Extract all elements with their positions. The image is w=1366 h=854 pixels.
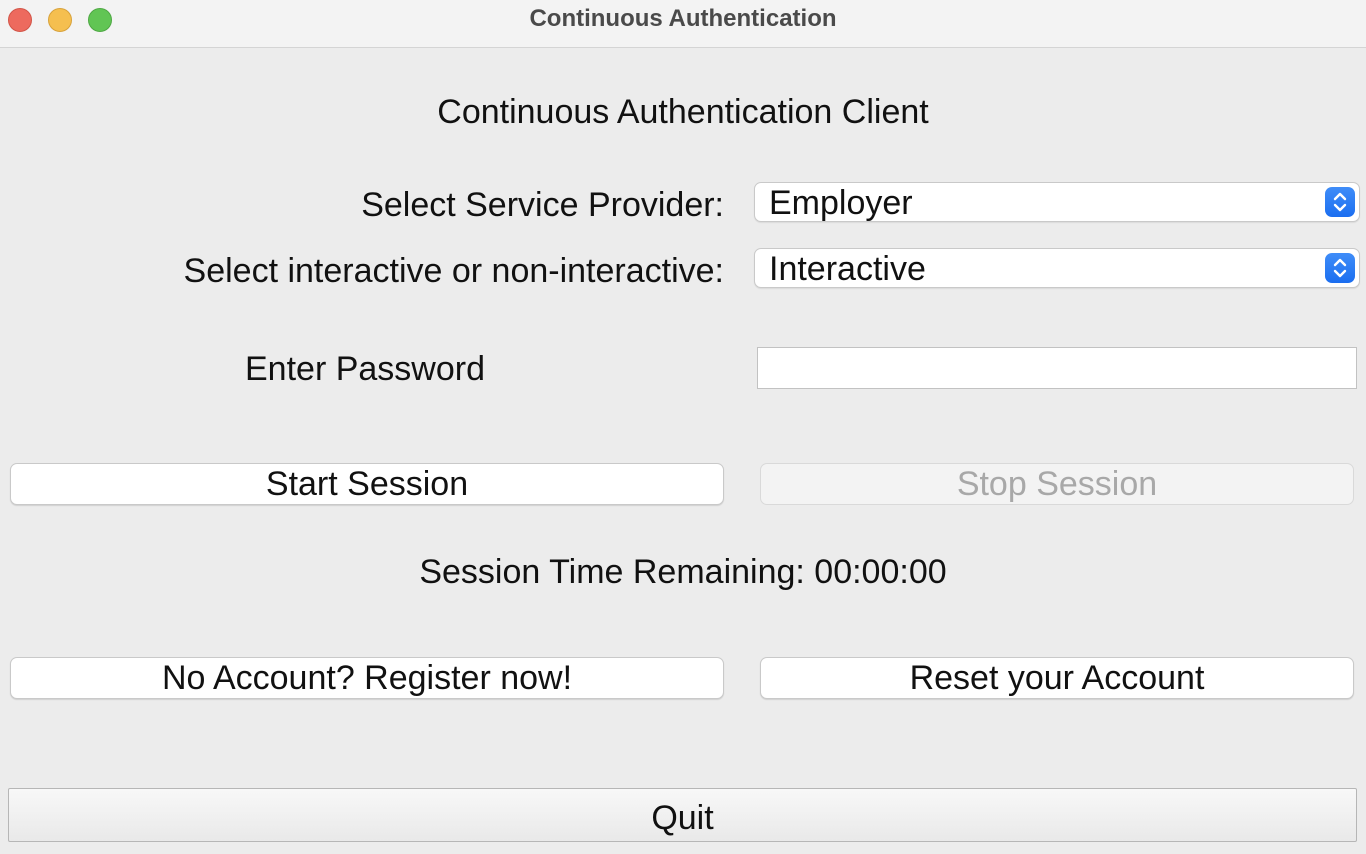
service-provider-select[interactable]: Employer: [754, 182, 1360, 222]
start-session-button[interactable]: Start Session: [10, 463, 724, 505]
app-heading: Continuous Authentication Client: [437, 93, 929, 131]
interaction-mode-select[interactable]: Interactive: [754, 248, 1360, 288]
quit-button[interactable]: Quit: [8, 788, 1357, 842]
window-title: Continuous Authentication: [529, 5, 837, 32]
service-provider-value: Employer: [769, 184, 913, 222]
register-account-button[interactable]: No Account? Register now!: [10, 657, 724, 699]
title-bar: Continuous Authentication: [0, 0, 1366, 48]
up-down-chevron-icon: [1325, 187, 1355, 217]
password-label: Enter Password: [245, 350, 485, 388]
interaction-mode-label: Select interactive or non-interactive:: [183, 252, 724, 290]
up-down-chevron-icon: [1325, 253, 1355, 283]
service-provider-label: Select Service Provider:: [361, 186, 724, 224]
password-input[interactable]: [757, 347, 1357, 389]
interaction-mode-value: Interactive: [769, 250, 926, 288]
reset-account-button[interactable]: Reset your Account: [760, 657, 1354, 699]
stop-session-button[interactable]: Stop Session: [760, 463, 1354, 505]
session-time-remaining: Session Time Remaining: 00:00:00: [419, 553, 947, 591]
